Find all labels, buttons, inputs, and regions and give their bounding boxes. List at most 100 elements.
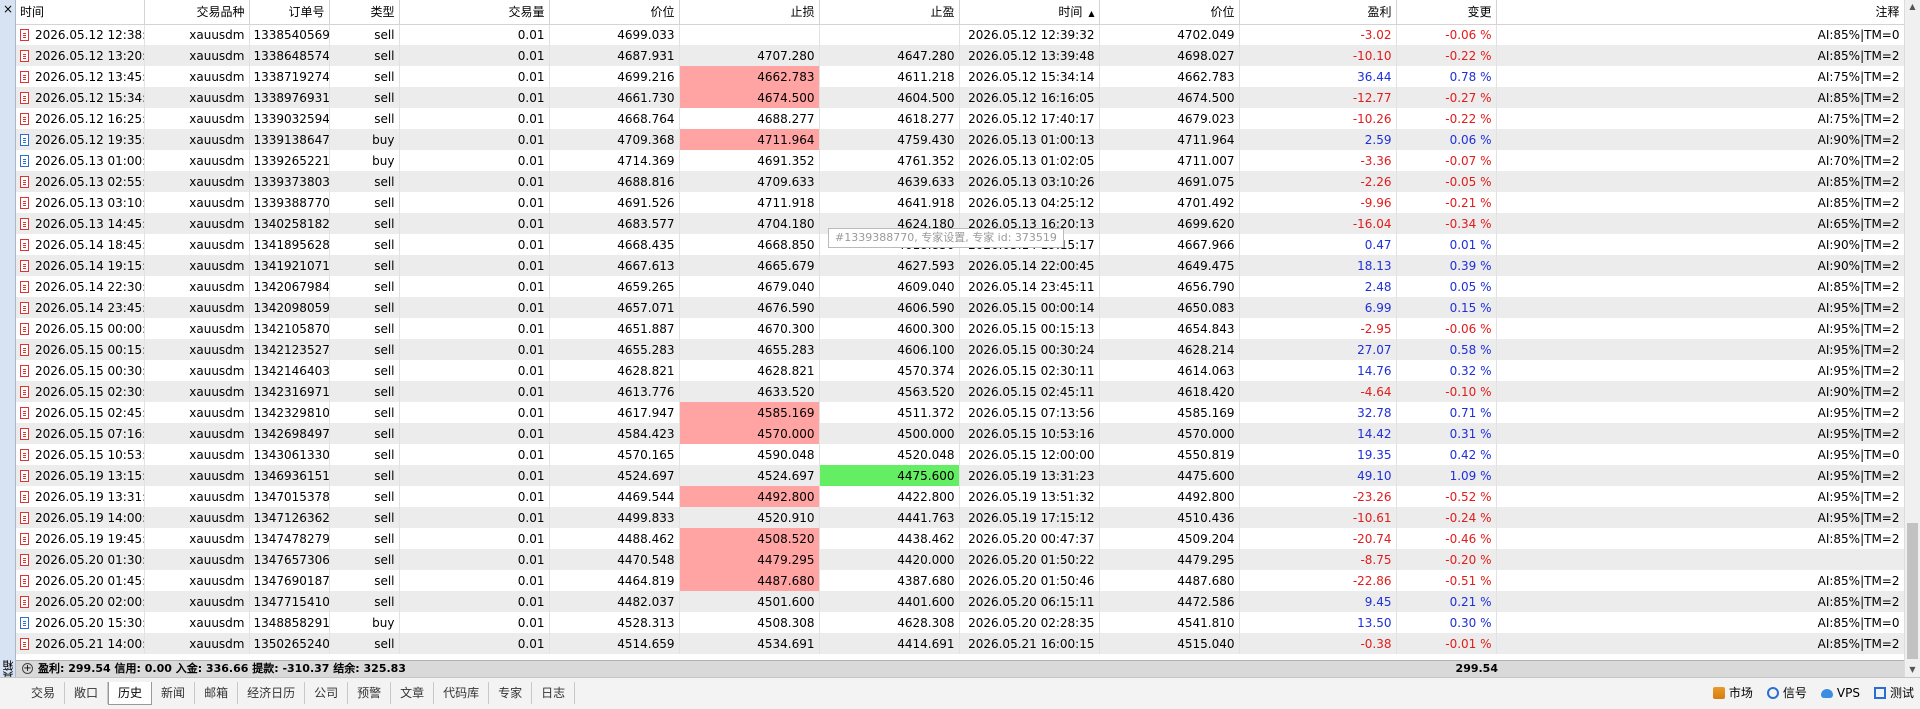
table-row[interactable]: 2026.05.19 14:00:15xauusdm1347126362sell… [16,507,1904,528]
cell-change: -0.20 % [1396,549,1497,570]
table-row[interactable]: 2026.05.12 13:45:17xauusdm1338719274sell… [16,66,1904,87]
cell-price: 4699.033 [549,24,680,45]
tab-1[interactable]: 敞口 [65,682,109,704]
table-row[interactable]: 2026.05.12 12:38:39xauusdm1338540569sell… [16,24,1904,45]
col-header-sl[interactable]: 止损 [679,0,820,25]
cell-change: 0.30 % [1396,612,1497,633]
tab-5[interactable]: 经济日历 [238,682,306,704]
tab-3[interactable]: 新闻 [152,682,196,704]
cell-profit: 32.78 [1239,402,1397,423]
cell-close-price: 4667.966 [1099,234,1240,255]
open-time-text: 2026.05.14 23:45:23 [35,300,143,315]
cell-sl: 4585.169 [679,402,820,423]
table-row[interactable]: 2026.05.15 10:53:33xauusdm1343061330sell… [16,444,1904,465]
table-row[interactable]: 2026.05.21 14:00:21xauusdm1350265240sell… [16,633,1904,654]
tab-2[interactable]: 历史 [108,682,153,705]
sell-order-icon [20,511,29,524]
open-time-text: 2026.05.12 12:38:39 [35,27,143,42]
buy-order-icon [20,154,29,167]
cell-tp [819,24,960,45]
cell-tp: 4500.000 [819,423,960,444]
cell-comment: AI:95%|TM=2 [1496,465,1904,486]
table-row[interactable]: 2026.05.12 13:20:14xauusdm1338648574sell… [16,45,1904,66]
table-row[interactable]: 2026.05.15 07:16:14xauusdm1342698497sell… [16,423,1904,444]
cell-comment: AI:95%|TM=2 [1496,507,1904,528]
table-row[interactable]: 2026.05.20 01:30:43xauusdm1347657306sell… [16,549,1904,570]
table-row[interactable]: 2026.05.15 02:45:24xauusdm1342329810sell… [16,402,1904,423]
scroll-down-icon[interactable]: ▼ [1905,663,1920,677]
table-row[interactable]: 2026.05.12 16:25:18xauusdm1339032594sell… [16,108,1904,129]
col-header-close-time[interactable]: 时间 ▲ [959,0,1100,25]
table-row[interactable]: 2026.05.12 15:34:31xauusdm1338976931sell… [16,87,1904,108]
table-row[interactable]: 2026.05.14 23:45:23xauusdm1342098059sell… [16,297,1904,318]
table-row[interactable]: 2026.05.13 03:10:47xauusdm1339388770sell… [16,192,1904,213]
status-item-3[interactable]: 测试 [1873,684,1914,701]
cell-close-price: 4662.783 [1099,66,1240,87]
cell-open-time: 2026.05.13 02:55:34 [16,171,145,192]
open-time-text: 2026.05.15 02:30:24 [35,384,143,399]
cell-profit: -3.36 [1239,150,1397,171]
cell-price: 4709.368 [549,129,680,150]
scroll-up-icon[interactable]: ▲ [1905,0,1920,14]
table-row[interactable]: 2026.05.15 00:30:37xauusdm1342146403sell… [16,360,1904,381]
table-row[interactable]: 2026.05.20 01:45:14xauusdm1347690187sell… [16,570,1904,591]
cell-change: -0.24 % [1396,507,1497,528]
tab-0[interactable]: 交易 [22,682,66,704]
open-time-text: 2026.05.19 19:45:13 [35,531,143,546]
cell-type: buy [329,129,400,150]
status-item-1[interactable]: 信号 [1766,684,1807,701]
tab-4[interactable]: 邮箱 [195,682,239,704]
cell-price: 4659.265 [549,276,680,297]
table-row[interactable]: 2026.05.19 13:31:37xauusdm1347015378sell… [16,486,1904,507]
cell-close-time: 2026.05.14 23:45:11 [959,276,1100,297]
table-row[interactable]: 2026.05.15 00:15:25xauusdm1342123527sell… [16,339,1904,360]
col-header-type[interactable]: 类型 [329,0,400,25]
col-header-change[interactable]: 变更 [1396,0,1497,25]
cell-profit: -8.75 [1239,549,1397,570]
table-row[interactable]: 2026.05.15 00:00:26xauusdm1342105870sell… [16,318,1904,339]
bottom-tab-bar: 交易 敞口 历史 新闻 邮箱 经济日历 公司 预警 文章 代码库 专家 日志 市场 信号 VPS 测试 [0,677,1920,709]
vertical-scrollbar[interactable]: ▲ ▼ [1904,0,1920,677]
tab-9[interactable]: 代码库 [434,682,490,704]
status-item-2[interactable]: VPS [1820,684,1860,701]
cell-open-time: 2026.05.15 00:30:37 [16,360,145,381]
table-row[interactable]: 2026.05.15 02:30:24xauusdm1342316971sell… [16,381,1904,402]
col-header-close-price[interactable]: 价位 [1099,0,1240,25]
table-row[interactable]: 2026.05.14 19:15:33xauusdm1341921071sell… [16,255,1904,276]
tab-10[interactable]: 专家 [489,682,533,704]
col-header-volume[interactable]: 交易量 [399,0,550,25]
cell-price: 4617.947 [549,402,680,423]
expand-icon[interactable]: + [22,663,33,674]
col-header-symbol[interactable]: 交易品种 [144,0,250,25]
col-header-price[interactable]: 价位 [549,0,680,25]
cell-change: -0.22 % [1396,108,1497,129]
cell-volume: 0.01 [399,129,550,150]
table-row[interactable]: 2026.05.20 15:30:34xauusdm1348858291buy0… [16,612,1904,633]
col-header-comment[interactable]: 注释 [1496,0,1904,25]
close-icon[interactable]: × [2,2,14,16]
table-row[interactable]: 2026.05.14 22:30:37xauusdm1342067984sell… [16,276,1904,297]
table-row[interactable]: 2026.05.20 02:00:13xauusdm1347715410sell… [16,591,1904,612]
col-header-profit[interactable]: 盈利 [1239,0,1397,25]
table-row[interactable]: 2026.05.13 01:00:45xauusdm1339265221buy0… [16,150,1904,171]
table-row[interactable]: 2026.05.19 19:45:13xauusdm1347478279sell… [16,528,1904,549]
tab-8[interactable]: 文章 [391,682,435,704]
cell-close-time: 2026.05.19 13:51:32 [959,486,1100,507]
col-header-time[interactable]: 时间 [16,0,145,25]
col-header-tp[interactable]: 止盈 [819,0,960,25]
cell-volume: 0.01 [399,633,550,654]
cell-price: 4524.697 [549,465,680,486]
tab-7[interactable]: 预警 [348,682,392,704]
table-row[interactable]: 2026.05.13 02:55:34xauusdm1339373803sell… [16,171,1904,192]
col-header-order[interactable]: 订单号 [249,0,330,25]
table-row[interactable]: 2026.05.12 19:35:17xauusdm1339138647buy0… [16,129,1904,150]
tab-11[interactable]: 日志 [532,682,576,704]
cell-type: sell [329,318,400,339]
cell-tp: 4647.280 [819,45,960,66]
cell-price: 4488.462 [549,528,680,549]
status-item-0[interactable]: 市场 [1712,684,1753,701]
scrollbar-thumb[interactable] [1907,523,1918,659]
tab-6[interactable]: 公司 [305,682,349,704]
cell-tp: 4438.462 [819,528,960,549]
table-row[interactable]: 2026.05.19 13:15:25xauusdm1346936151sell… [16,465,1904,486]
